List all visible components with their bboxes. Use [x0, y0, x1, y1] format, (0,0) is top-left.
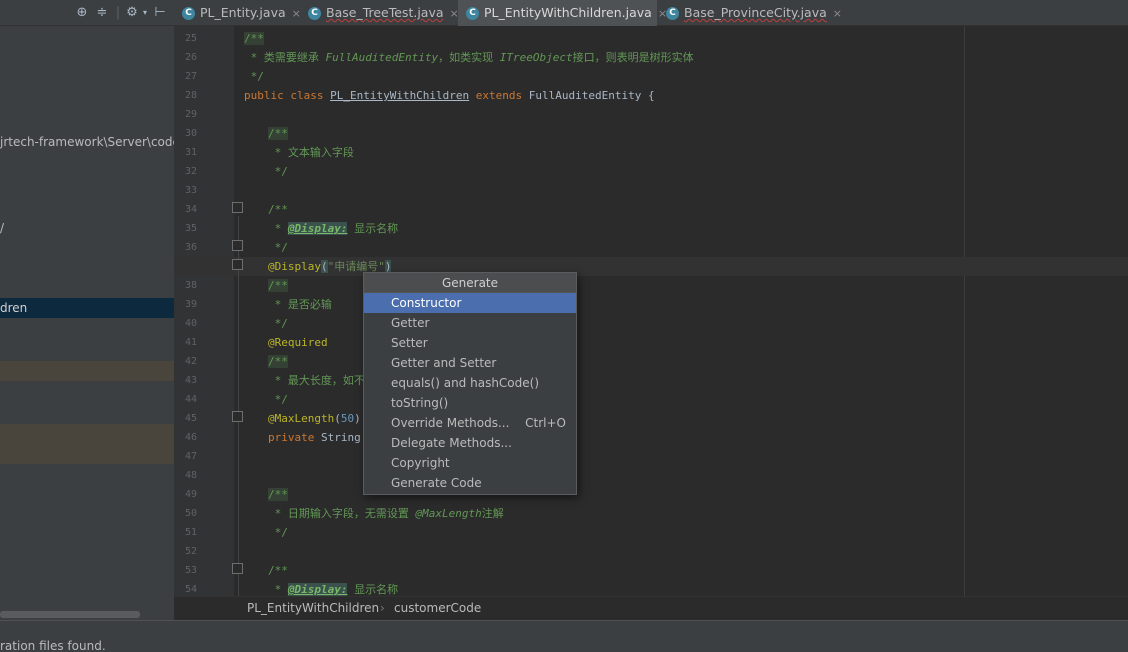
tab-base-provincecity[interactable]: C Base_ProvinceCity.java × [658, 0, 842, 26]
menu-item-override-methods[interactable]: Override Methods... Ctrl+O [364, 413, 576, 433]
close-icon[interactable]: × [833, 1, 842, 27]
code-line: */ [244, 70, 264, 83]
code-line: */ [268, 241, 288, 254]
line-number-row: 47 [174, 447, 1128, 466]
menu-item-label: Getter and Setter [391, 356, 497, 370]
code-line: @MaxLength(50) [268, 412, 361, 425]
code-line: /** [268, 488, 288, 501]
menu-item-label: Override Methods... [391, 416, 510, 430]
tab-label: PL_Entity.java [200, 5, 286, 20]
fold-toggle-icon[interactable] [232, 411, 243, 422]
line-number-row: 48 [174, 466, 1128, 485]
menu-item-constructor[interactable]: Constructor [364, 293, 576, 313]
tab-label: PL_EntityWithChildren.java [484, 5, 652, 20]
menu-item-getter-and-setter[interactable]: Getter and Setter [364, 353, 576, 373]
code-editor[interactable]: 2526272829303132333435363738394041424344… [174, 26, 1128, 596]
code-line: * 最大长度，如不 [268, 374, 365, 387]
code-line: @Required [268, 336, 328, 349]
editor-tabs: C PL_Entity.java × C Base_TreeTest.java × … [174, 0, 1128, 26]
class-icon: C [666, 7, 679, 20]
code-line: /** [268, 279, 288, 292]
line-number: 33 [184, 185, 197, 196]
menu-item-label: Generate Code [391, 476, 482, 490]
breadcrumb-field[interactable]: customerCode [394, 601, 481, 615]
fold-toggle-icon[interactable] [232, 202, 243, 213]
horizontal-scrollbar[interactable] [0, 611, 140, 618]
code-line: /** [244, 32, 264, 45]
tree-item[interactable]: / [0, 218, 174, 238]
status-message: ration files found. [0, 639, 106, 652]
code-line: public class PL_EntityWithChildren exten… [244, 89, 655, 102]
code-line: private String c [268, 431, 374, 444]
fold-toggle-icon[interactable] [232, 259, 243, 270]
code-line: */ [268, 165, 288, 178]
code-line: /** [268, 564, 288, 577]
code-line: */ [268, 393, 288, 406]
fold-toggle-icon[interactable] [232, 563, 243, 574]
breadcrumb-separator: › [380, 601, 385, 615]
code-line: * @Display: 显示名称 [268, 583, 399, 596]
tab-base-treetest[interactable]: C Base_TreeTest.java × [300, 0, 459, 26]
code-line: */ [268, 317, 288, 330]
code-line: * 文本输入字段 [268, 146, 354, 159]
tab-label: Base_ProvinceCity.java [684, 5, 827, 20]
tree-item[interactable] [0, 424, 174, 444]
code-line: * @Display: 显示名称 [268, 222, 399, 235]
menu-item-label: Copyright [391, 456, 450, 470]
popup-title: Generate [364, 273, 576, 293]
menu-item-generate-code[interactable]: Generate Code [364, 473, 576, 493]
menu-item-label: toString() [391, 396, 449, 410]
line-number-row: 29 [174, 105, 1128, 124]
current-code-line: @Display("申请编号") [174, 257, 1128, 276]
fold-toggle-icon[interactable] [232, 240, 243, 251]
code-line: * 日期输入字段，无需设置 @MaxLength注解 [268, 507, 504, 520]
indent-guide [238, 216, 239, 596]
code-line: /** [268, 127, 288, 140]
menu-item-shortcut: Ctrl+O [525, 416, 566, 430]
breadcrumb: PL_EntityWithChildren › customerCode [174, 596, 1128, 620]
tree-item-selected[interactable]: dren [0, 298, 174, 318]
code-line: /** [268, 355, 288, 368]
menu-item-getter[interactable]: Getter [364, 313, 576, 333]
tree-item[interactable]: jrtech-framework\Server\code [0, 132, 174, 152]
line-number: 52 [184, 546, 197, 557]
project-panel: ⊕ ≑ | ⚙ ▾ ⊢ jrtech-framework\Server\code… [0, 0, 174, 620]
collapse-all-icon[interactable]: ≑ [94, 4, 110, 22]
tree-item[interactable] [0, 361, 174, 381]
class-icon: C [308, 7, 321, 20]
chevron-down-icon[interactable]: ▾ [137, 4, 153, 22]
generate-menu: Constructor Getter Setter Getter and Setter… [364, 293, 576, 493]
hide-panel-icon[interactable]: ⊢ [152, 4, 168, 22]
menu-item-label: Delegate Methods... [391, 436, 512, 450]
status-bar: ration files found. [0, 620, 1128, 652]
line-number: 29 [184, 109, 197, 120]
project-toolbar: ⊕ ≑ | ⚙ ▾ ⊢ [0, 0, 174, 26]
line-number-row: 52 [174, 542, 1128, 561]
menu-item-label: equals() and hashCode() [391, 376, 540, 390]
line-number: 48 [184, 470, 197, 481]
menu-item-label: Setter [391, 336, 428, 350]
class-icon: C [182, 7, 195, 20]
tab-pl-entity[interactable]: C PL_Entity.java × [174, 0, 301, 26]
menu-item-tostring[interactable]: toString() [364, 393, 576, 413]
code-line: * 类需要继承 FullAuditedEntity，如类实现 ITreeObje… [244, 51, 694, 64]
generate-popup: Generate Constructor Getter Setter Getter a… [363, 272, 577, 495]
line-number-row: 33 [174, 181, 1128, 200]
code-line: * 是否必输 [268, 298, 332, 311]
breadcrumb-class[interactable]: PL_EntityWithChildren [247, 601, 379, 615]
menu-item-copyright[interactable]: Copyright [364, 453, 576, 473]
menu-item-label: Constructor [391, 296, 462, 310]
menu-item-equals-and-hashcode[interactable]: equals() and hashCode() [364, 373, 576, 393]
menu-item-delegate-methods[interactable]: Delegate Methods... [364, 433, 576, 453]
menu-item-label: Getter [391, 316, 430, 330]
tab-pl-entitywithchildren[interactable]: C PL_EntityWithChildren.java × [458, 0, 667, 26]
tree-item[interactable] [0, 444, 174, 464]
line-number: 47 [184, 451, 197, 462]
tab-label: Base_TreeTest.java [326, 5, 444, 20]
code-line: /** [268, 203, 288, 216]
menu-item-setter[interactable]: Setter [364, 333, 576, 353]
class-icon: C [466, 7, 479, 20]
locate-icon[interactable]: ⊕ [74, 4, 90, 22]
code-line: */ [268, 526, 288, 539]
